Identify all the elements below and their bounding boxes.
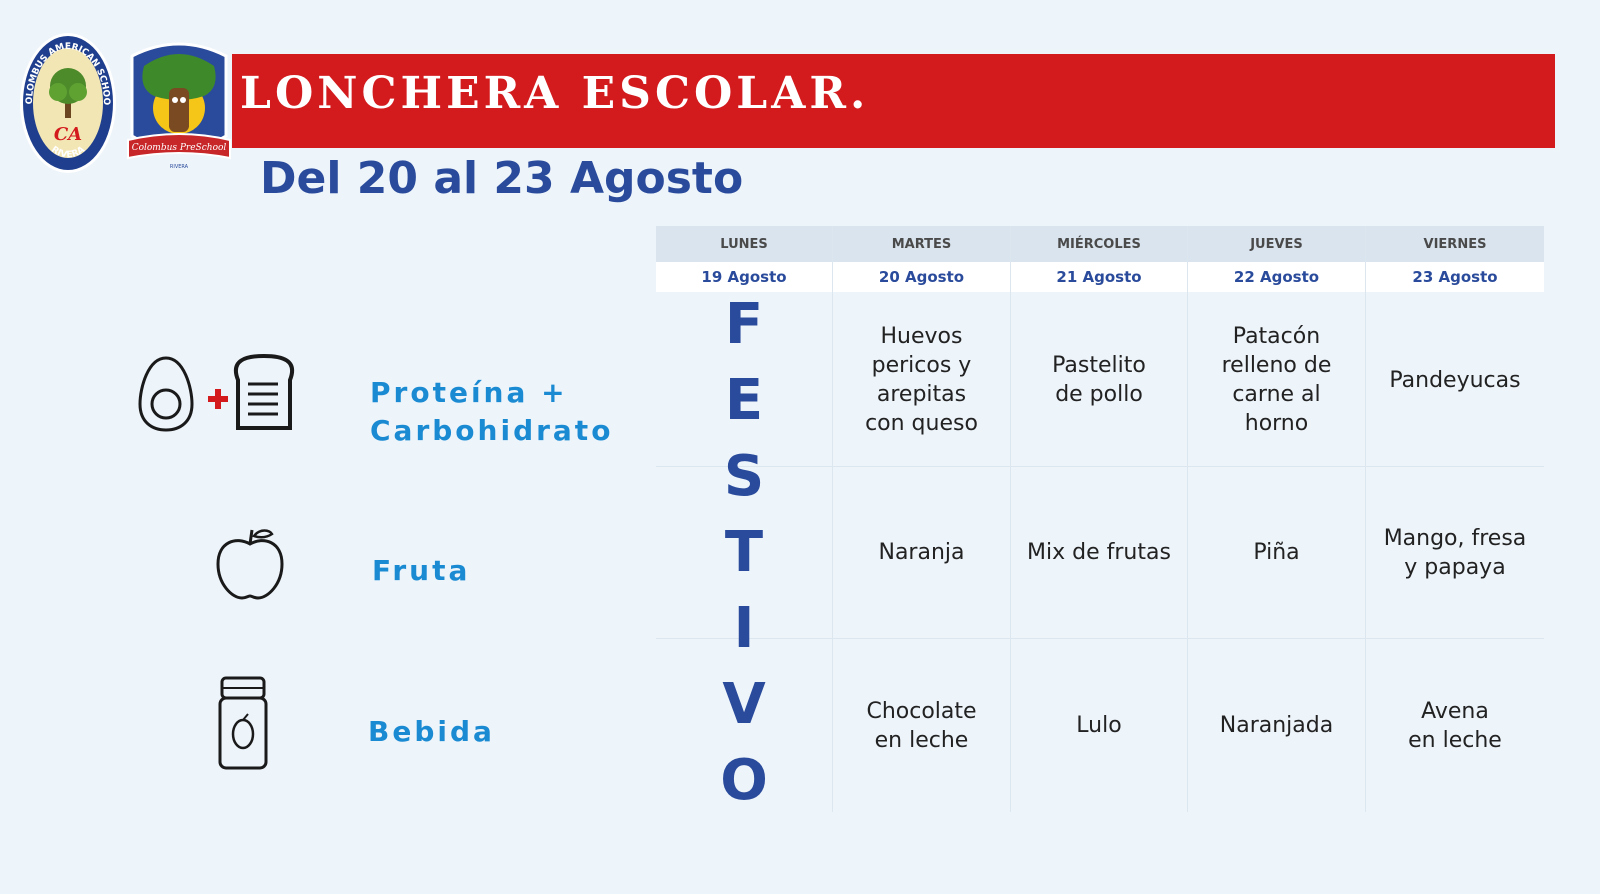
menu-line: con queso xyxy=(865,411,978,436)
egg-toast-icon xyxy=(138,354,294,432)
menu-line: arepitas xyxy=(876,382,967,407)
menu-cell: Piña xyxy=(1188,467,1365,638)
category-label-drink: Bebida xyxy=(368,713,495,751)
holiday-letter: O xyxy=(720,748,768,813)
date-thursday: 22 Agosto xyxy=(1188,262,1365,292)
holiday-letter: F xyxy=(724,292,764,357)
holiday-letter: V xyxy=(722,672,766,737)
category-label-line: Bebida xyxy=(368,715,495,748)
header-monday: LUNES xyxy=(656,226,832,262)
holiday-letter: S xyxy=(723,444,765,509)
menu-line: Pandeyucas xyxy=(1389,367,1521,393)
menu-line: y papaya xyxy=(1404,554,1506,580)
menu-line: carne al xyxy=(1232,382,1321,407)
category-label-line: Carbohidrato xyxy=(370,414,614,447)
holiday-letter: I xyxy=(733,596,755,661)
apple-icon xyxy=(216,529,284,600)
menu-line: Huevos xyxy=(880,324,963,349)
category-label-protein: Proteína + Carbohidrato xyxy=(370,374,613,450)
category-label-fruit: Fruta xyxy=(372,552,470,590)
menu-line: Naranja xyxy=(878,540,965,565)
menu-cell: Naranja xyxy=(833,467,1010,638)
colombus-american-school-logo: COLOMBUS AMERICAN SCHOOL RIVERA CA xyxy=(18,30,116,173)
holiday-letter: T xyxy=(724,520,764,585)
menu-cell: Lulo xyxy=(1011,639,1187,812)
title-banner: LONCHERA ESCOLAR. xyxy=(232,54,1555,148)
holiday-festivo: F E S T I V O xyxy=(656,294,832,812)
logo-initials: CA xyxy=(54,124,82,145)
menu-line: pericos y xyxy=(871,353,972,378)
menu-cell: Avena en leche xyxy=(1366,639,1544,812)
menu-cell: Chocolate en leche xyxy=(833,639,1010,812)
menu-cell: Patacón relleno de carne al horno xyxy=(1188,294,1365,466)
menu-line: Naranjada xyxy=(1219,713,1334,738)
menu-cell: Mix de frutas xyxy=(1011,467,1187,638)
menu-cell: Huevos pericos y arepitas con queso xyxy=(833,294,1010,466)
header-tuesday: MARTES xyxy=(833,226,1010,262)
menu-line: relleno de xyxy=(1221,353,1332,378)
menu-line: Pastelito xyxy=(1052,353,1146,378)
menu-line: Chocolate xyxy=(866,698,977,724)
menu-line: en leche xyxy=(1408,727,1502,753)
menu-line: Piña xyxy=(1253,540,1300,565)
preschool-name-text: Colombus PreSchool xyxy=(132,143,227,153)
menu-line: Mango, fresa xyxy=(1383,525,1527,551)
menu-line: horno xyxy=(1244,411,1309,436)
menu-table: LUNES MARTES MIÉRCOLES JUEVES VIERNES 19… xyxy=(656,226,1544,812)
date-friday: 23 Agosto xyxy=(1366,262,1544,292)
category-label-line: Fruta xyxy=(372,554,471,587)
bottle-icon xyxy=(218,676,268,770)
menu-line: Mix de frutas xyxy=(1027,540,1171,565)
menu-line: Avena xyxy=(1421,698,1489,724)
holiday-letter: E xyxy=(724,368,764,433)
menu-cell: Pastelito de pollo xyxy=(1011,294,1187,466)
date-tuesday: 20 Agosto xyxy=(833,262,1010,292)
header-friday: VIERNES xyxy=(1366,226,1544,262)
menu-cell: Mango, fresa y papaya xyxy=(1366,467,1544,638)
page-title: LONCHERA ESCOLAR. xyxy=(240,68,870,119)
menu-line: de pollo xyxy=(1055,382,1143,407)
menu-line: Lulo xyxy=(1076,713,1122,738)
menu-cell: Pandeyucas xyxy=(1366,294,1544,466)
preschool-place-text: RIVERA xyxy=(170,164,189,170)
menu-cell: Naranjada xyxy=(1188,639,1365,812)
menu-line: en leche xyxy=(874,727,969,753)
colombus-preschool-logo: Colombus PreSchool RIVERA xyxy=(127,42,231,170)
header-thursday: JUEVES xyxy=(1188,226,1365,262)
category-label-line: Proteína + xyxy=(370,376,568,409)
menu-line: Patacón xyxy=(1232,324,1321,349)
header-wednesday: MIÉRCOLES xyxy=(1011,226,1187,262)
date-monday: 19 Agosto xyxy=(656,262,832,292)
date-wednesday: 21 Agosto xyxy=(1011,262,1187,292)
page-subtitle: Del 20 al 23 Agosto xyxy=(260,153,744,204)
